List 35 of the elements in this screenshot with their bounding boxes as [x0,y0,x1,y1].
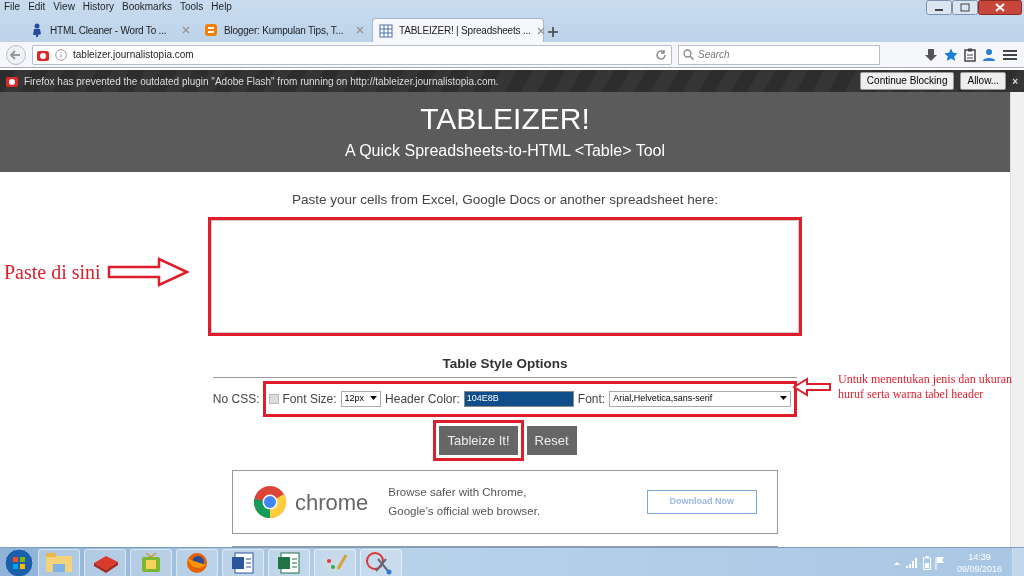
instruction-text: Paste your cells from Excel, Google Docs or another spreadsheet here: [291,191,719,210]
field-label: No CSS: [212,390,260,408]
color-field[interactable]: 104E8B [463,390,574,407]
site-subtitle: A Quick Spreadsheets-to-HTML <Table> Tool [344,140,666,161]
notification-button[interactable]: Allow... [960,72,1007,90]
menu-item[interactable]: View [53,0,75,14]
field-label: Font Size: [282,390,337,408]
search-field[interactable]: Search [678,44,880,65]
site-title: TABLEIZER! [420,101,590,136]
menu-item[interactable]: History [82,0,114,14]
menu-item[interactable]: Bookmarks [122,0,172,14]
menu-item[interactable]: Edit [28,0,46,14]
annotation-text: Paste di sini [4,260,101,285]
notification-button[interactable]: Continue Blocking [859,72,955,90]
ad-text: Browse safer with Chrome, [388,485,528,501]
field-label: Header Color: [385,390,460,408]
address-bar[interactable]: tableizer.journalistopia.com [32,44,672,65]
url-text: tableizer.journalistopia.com [73,48,195,62]
font-select[interactable]: Arial,Helvetica,sans-serif [609,390,792,407]
section-heading: Table Style Options [213,353,797,378]
ad-text: Google’s official web browser. [388,504,541,520]
menu-item[interactable]: Tools [180,0,204,14]
annotation-text: Untuk menentukan jenis dan ukuran huruf serta warna tabel header [838,372,1013,402]
browser-tab[interactable]: Blogger: Kumpulan Tips, T... [198,18,370,42]
font-size-select[interactable]: 12px [340,390,382,407]
menu-item[interactable]: File [4,0,21,14]
tableize-button[interactable]: Tableize It! [439,425,518,456]
field-label: Font: [577,390,606,408]
brand-name: chrome [295,488,369,517]
browser-tab[interactable]: HTML Cleaner - Word To ... [24,18,196,42]
menu-item[interactable]: Help [211,0,232,14]
reset-button[interactable]: Reset [526,425,577,456]
close-button[interactable]: × [1012,73,1018,89]
browser-tab[interactable]: TABLEIZER! | Spreadsheets ... [372,18,544,42]
notification-text: Firefox has prevented the outdated plugin "Adobe Flash" from running on http://tableizer.journalistopia.com. [24,74,500,89]
